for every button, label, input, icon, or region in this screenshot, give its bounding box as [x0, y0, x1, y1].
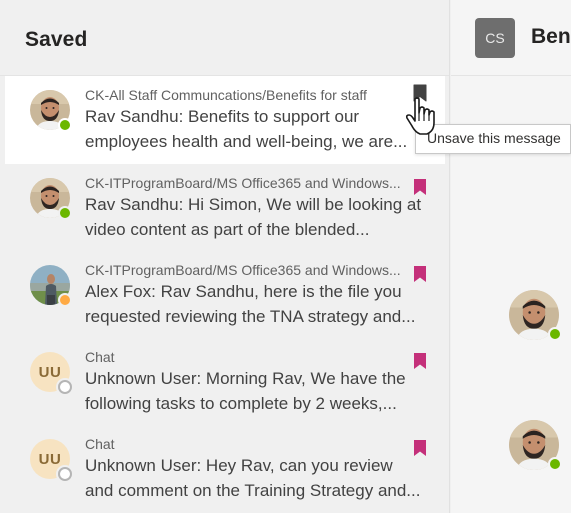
saved-item-channel: CK-ITProgramBoard/MS Office365 and Windo…: [85, 175, 401, 191]
presence-available-icon: [58, 118, 72, 132]
saved-item-channel: CK-ITProgramBoard/MS Office365 and Windo…: [85, 262, 401, 278]
saved-item-channel: CK-All Staff Communcations/Benefits for …: [85, 87, 367, 103]
saved-item[interactable]: CK-ITProgramBoard/MS Office365 and Windo…: [0, 164, 450, 252]
saved-item[interactable]: UU Chat Unknown User: Morning Rav, We ha…: [0, 338, 450, 426]
saved-item-channel: Chat: [85, 436, 115, 452]
saved-item-channel: Chat: [85, 349, 115, 365]
avatar: [30, 90, 72, 132]
message-avatar[interactable]: [509, 420, 562, 471]
presence-available-icon: [58, 206, 72, 220]
conversation-header: CS Ben: [451, 0, 571, 76]
saved-panel-header: Saved: [0, 0, 449, 76]
bookmark-filled-icon[interactable]: [413, 352, 427, 370]
conversation-avatar[interactable]: CS: [475, 18, 515, 58]
saved-item-message: Rav Sandhu: Benefits to support our empl…: [85, 107, 408, 151]
saved-item[interactable]: UU Chat Unknown User: Hey Rav, can you r…: [0, 425, 450, 513]
unsave-tooltip: Unsave this message: [415, 124, 571, 154]
presence-offline-icon: [58, 467, 72, 481]
avatar: UU: [30, 352, 72, 394]
message-avatar[interactable]: [509, 290, 562, 341]
saved-item-message: Alex Fox: Rav Sandhu, here is the file y…: [85, 282, 416, 326]
presence-available-icon: [548, 327, 562, 341]
saved-item[interactable]: CK-ITProgramBoard/MS Office365 and Windo…: [0, 251, 450, 339]
saved-item[interactable]: CK-All Staff Communcations/Benefits for …: [5, 76, 445, 164]
conversation-panel: CS Ben: [451, 0, 571, 513]
presence-available-icon: [548, 457, 562, 471]
avatar: [30, 178, 72, 220]
saved-panel-title: Saved: [25, 28, 88, 51]
presence-offline-icon: [58, 380, 72, 394]
avatar: [30, 265, 72, 307]
avatar: UU: [30, 439, 72, 481]
bookmark-filled-icon[interactable]: [413, 265, 427, 283]
saved-item-message: Unknown User: Hey Rav, can you review an…: [85, 456, 421, 500]
conversation-title: Ben: [531, 25, 571, 48]
presence-away-icon: [58, 293, 72, 307]
hand-pointer-cursor-icon: [405, 97, 435, 135]
bookmark-filled-icon[interactable]: [413, 439, 427, 457]
bookmark-filled-icon[interactable]: [413, 178, 427, 196]
saved-item-message: Rav Sandhu: Hi Simon, We will be looking…: [85, 195, 422, 239]
saved-item-message: Unknown User: Morning Rav, We have the f…: [85, 369, 406, 413]
